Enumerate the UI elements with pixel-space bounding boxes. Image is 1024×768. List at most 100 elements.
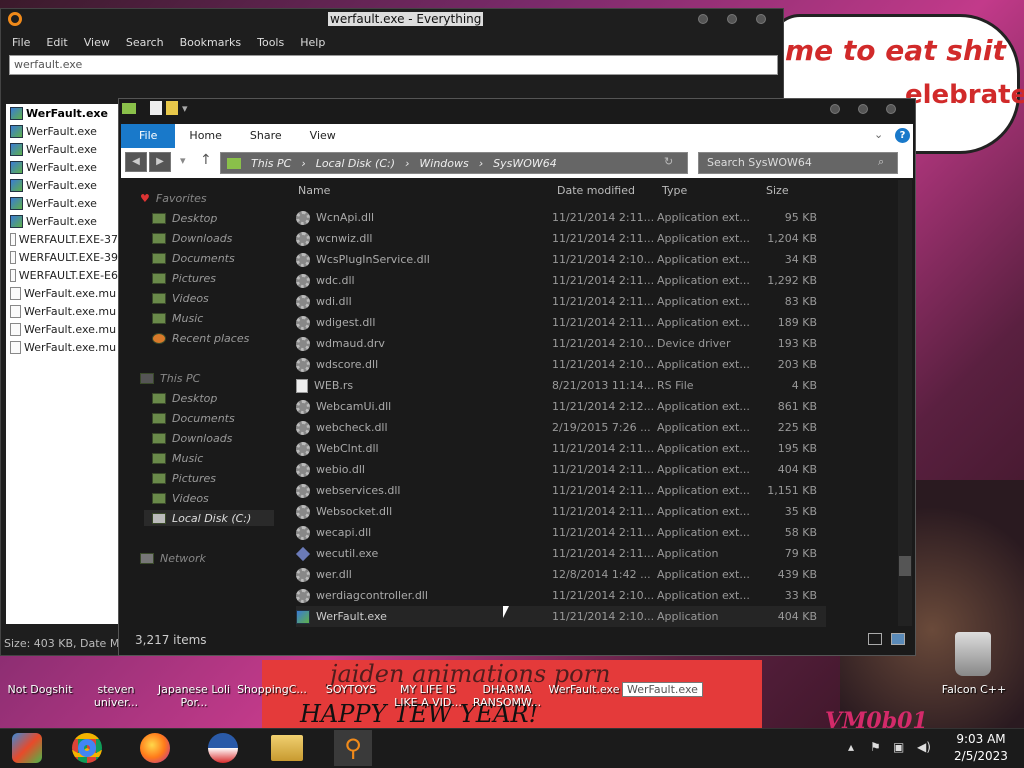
nav-fav-pictures[interactable]: Pictures [152,270,216,286]
nav-fav-music[interactable]: Music [152,310,203,326]
desktop-icon-not-dogshit[interactable]: Not Dogshit [2,683,78,696]
chrome-icon[interactable] [68,730,106,766]
result-item[interactable]: WerFault.exe [6,212,118,230]
desktop-icon-steven[interactable]: steven univer... [78,683,154,709]
nav-pc-videos[interactable]: Videos [152,490,209,506]
menu-help[interactable]: Help [292,34,333,51]
volume-icon[interactable]: ◀) [917,740,931,754]
obama-icon[interactable] [204,730,242,766]
result-item[interactable]: WerFault.exe [6,194,118,212]
start-button[interactable] [8,730,46,766]
file-row[interactable]: wcnwiz.dll 11/21/2014 2:11... Application … [296,228,826,249]
file-row[interactable]: wecutil.exe 11/21/2014 2:11... Application… [295,543,826,564]
flag-icon[interactable]: ⚑ [870,740,881,754]
breadcrumb-this-pc[interactable]: This PC [251,157,291,170]
result-item[interactable]: WerFault.exe.mu [6,302,118,320]
nav-network[interactable]: Network [140,550,206,566]
file-row[interactable]: wdigest.dll 11/21/2014 2:11... Application… [296,312,826,333]
clock[interactable]: 9:03 AM 2/5/2023 [946,731,1016,765]
address-bar[interactable]: This PC › Local Disk (C:) › Windows › SysWO… [220,152,688,174]
maximize-button[interactable] [727,14,737,24]
file-row[interactable]: Websocket.dll 11/21/2014 2:11... Applicati… [296,501,826,522]
chevron-down-icon[interactable]: ▾ [182,102,188,115]
up-arrow-icon[interactable]: ↑ [200,152,212,168]
file-row[interactable]: WcnApi.dll 11/21/2014 2:11... Application … [296,207,826,228]
result-item[interactable]: WERFAULT.EXE-E6 [6,266,118,284]
tab-home[interactable]: Home [175,124,235,148]
file-explorer-icon[interactable] [268,730,306,766]
file-row[interactable]: wdmaud.drv 11/21/2014 2:10... Device drive… [296,333,826,354]
nav-this-pc[interactable]: This PC [140,370,200,386]
explorer-search-input[interactable]: Search SysWOW64 [698,152,898,174]
file-row[interactable]: webservices.dll 11/21/2014 2:11... Applica… [296,480,826,501]
result-item[interactable]: WERFAULT.EXE-37 [6,230,118,248]
large-icons-view-icon[interactable] [891,633,905,645]
explorer-maximize-button[interactable] [858,104,868,114]
desktop-icon-werfault[interactable]: WerFault.exe [546,683,622,696]
everything-search-input[interactable]: werfault.exe [9,55,778,75]
desktop-icon-japanese[interactable]: Japanese Loli Por... [156,683,232,709]
result-item[interactable]: WerFault.exe [6,176,118,194]
file-row[interactable]: wdscore.dll 11/21/2014 2:10... Application… [296,354,826,375]
menu-file[interactable]: File [4,34,38,51]
result-item[interactable]: WerFault.exe.mu [6,338,118,356]
column-date[interactable]: Date modified [557,184,635,197]
explorer-close-button[interactable] [886,104,896,114]
nav-pc-desktop[interactable]: Desktop [152,390,217,406]
minimize-button[interactable] [698,14,708,24]
recent-locations-icon[interactable]: ▾ [180,154,186,167]
menu-bookmarks[interactable]: Bookmarks [172,34,249,51]
file-row[interactable]: WerFault.exe 11/21/2014 2:10... Applicatio… [296,606,826,627]
menu-tools[interactable]: Tools [249,34,292,51]
column-name[interactable]: Name [298,184,330,197]
breadcrumb-windows[interactable]: Windows [419,157,468,170]
refresh-icon[interactable]: ↻ [664,155,673,168]
rename-input[interactable]: WerFault.exe [622,682,703,697]
menu-view[interactable]: View [76,34,118,51]
properties-icon[interactable] [150,101,162,115]
nav-favorites[interactable]: ♥ Favorites [140,190,207,206]
column-size[interactable]: Size [766,184,789,197]
file-row[interactable]: webio.dll 11/21/2014 2:11... Application e… [296,459,826,480]
result-item[interactable]: WerFault.exe [6,104,118,122]
nav-fav-recent[interactable]: Recent places [152,330,249,346]
file-row[interactable]: WebcamUi.dll 11/21/2014 2:12... Applicatio… [296,396,826,417]
menu-search[interactable]: Search [118,34,172,51]
result-item[interactable]: WerFault.exe.mu [6,320,118,338]
forward-button[interactable]: ▶ [149,152,171,172]
new-folder-icon[interactable] [166,101,178,115]
file-row[interactable]: wdc.dll 11/21/2014 2:11... Application ext… [296,270,826,291]
file-row[interactable]: wer.dll 12/8/2014 1:42 ... Application ext… [296,564,826,585]
file-row[interactable]: WebClnt.dll 11/21/2014 2:11... Application… [296,438,826,459]
file-row[interactable]: wdi.dll 11/21/2014 2:11... Application ext… [296,291,826,312]
nav-fav-videos[interactable]: Videos [152,290,209,306]
nav-pc-documents[interactable]: Documents [152,410,235,426]
column-type[interactable]: Type [662,184,687,197]
nav-fav-desktop[interactable]: Desktop [152,210,217,226]
nav-pc-local-disk[interactable]: Local Disk (C:) [144,510,274,526]
result-item[interactable]: WerFault.exe [6,158,118,176]
desktop-icon-my-life[interactable]: MY LIFE IS LIKE A VID... [390,683,466,709]
tab-view[interactable]: View [296,124,350,148]
file-row[interactable]: webcheck.dll 2/19/2015 7:26 ... Applicatio… [296,417,826,438]
file-row[interactable]: WcsPlugInService.dll 11/21/2014 2:10... Ap… [296,249,826,270]
search-icon[interactable]: ⌕ [878,155,884,169]
result-item[interactable]: WerFault.exe [6,122,118,140]
nav-pc-music[interactable]: Music [152,450,203,466]
breadcrumb-local-disk[interactable]: Local Disk (C:) [316,157,395,170]
file-row[interactable]: WEB.rs 8/21/2013 11:14... RS File 4 KB [296,375,826,396]
recycle-bin-icon[interactable] [955,632,991,676]
show-hidden-icons[interactable]: ▴ [848,740,854,754]
back-button[interactable]: ◀ [125,152,147,172]
nav-fav-downloads[interactable]: Downloads [152,230,232,246]
firefox-icon[interactable] [136,730,174,766]
desktop-icon-shopping[interactable]: ShoppingC... [234,683,310,696]
help-icon[interactable]: ? [895,128,910,143]
desktop-icon-dharma[interactable]: DHARMA RANSOMW... [469,683,545,709]
explorer-minimize-button[interactable] [830,104,840,114]
result-item[interactable]: WerFault.exe.mu [6,284,118,302]
tab-share[interactable]: Share [236,124,296,148]
file-row[interactable]: wecapi.dll 11/21/2014 2:11... Application … [296,522,826,543]
desktop-icon-falcon[interactable]: Falcon C++ [936,683,1012,696]
expand-ribbon-icon[interactable]: ⌄ [874,128,883,141]
